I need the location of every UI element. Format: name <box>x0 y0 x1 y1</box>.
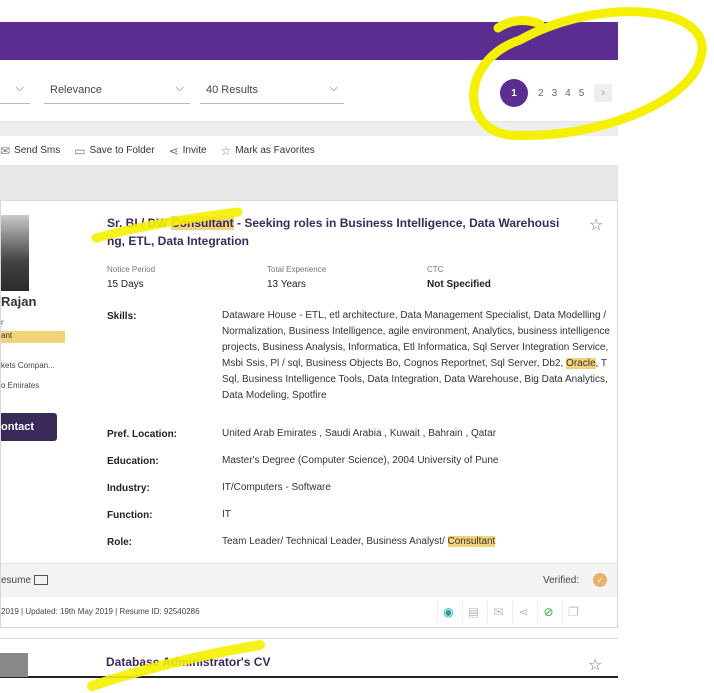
pagination: 1 2 3 4 5 › <box>500 79 613 107</box>
verified-label: Verified: <box>543 575 580 586</box>
skills-value: Dataware House - ETL, etl architecture, … <box>222 308 610 404</box>
save-to-folder-label: Save to Folder <box>89 145 155 156</box>
education-value: Master's Degree (Computer Science), 2004… <box>222 455 499 466</box>
role-value: Team Leader/ Technical Leader, Business … <box>222 534 610 550</box>
mark-favorites-button[interactable]: ☆ Mark as Favorites <box>221 144 315 158</box>
chevron-down-icon: ⌵ <box>175 82 184 94</box>
candidate-location: o Emirates <box>1 381 40 390</box>
resume-icon <box>33 575 48 586</box>
pref-location-label: Pref. Location: <box>107 429 178 440</box>
candidate-name[interactable]: Rajan <box>1 294 36 309</box>
title-text: Sr. BI / DW <box>107 216 172 230</box>
share-icon: ⋖ <box>168 143 179 158</box>
avatar <box>1 215 29 291</box>
role-label: Role: <box>107 537 132 548</box>
separator <box>0 122 618 136</box>
chevron-down-icon: ⌵ <box>329 82 338 94</box>
card-footer: esume Verified: ✓ <box>1 563 617 597</box>
separator <box>0 166 618 200</box>
action-toolbar: ✉ Send Sms ▭ Save to Folder ⋖ Invite ☆ M… <box>0 136 618 166</box>
save-to-folder-button[interactable]: ▭ Save to Folder <box>74 144 154 158</box>
contact-button[interactable]: ontact <box>1 413 57 441</box>
page-current[interactable]: 1 <box>500 79 528 107</box>
attachment-icon[interactable]: ⊘ <box>537 601 559 623</box>
role-highlight: Consultant <box>447 536 496 547</box>
document-icon[interactable]: ▤ <box>462 601 484 623</box>
page-link[interactable]: 2 <box>538 88 544 99</box>
page-link[interactable]: 3 <box>552 88 558 99</box>
ctc-label: CTC <box>427 265 444 274</box>
favorite-star-icon[interactable]: ☆ <box>589 215 603 235</box>
ctc-value: Not Specified <box>427 279 491 290</box>
education-label: Education: <box>107 456 159 467</box>
results-select[interactable]: 40 Results ⌵ <box>200 78 344 104</box>
sort-select[interactable]: Relevance ⌵ <box>44 78 190 104</box>
experience-label: Total Experience <box>267 265 327 274</box>
first-filter-select[interactable]: ⌵ <box>0 78 30 104</box>
avatar <box>0 653 28 677</box>
resume-link[interactable]: esume <box>1 575 48 586</box>
resume-meta: 2019 | Updated: 19th May 2019 | Resume I… <box>1 607 200 616</box>
favorite-star-icon[interactable]: ☆ <box>588 655 602 675</box>
share-icon[interactable]: ⋖ <box>512 601 534 623</box>
next-page-icon[interactable]: › <box>594 84 613 102</box>
industry-label: Industry: <box>107 483 150 494</box>
candidate-role: ant <box>1 331 65 343</box>
role-text: Team Leader/ Technical Leader, Business … <box>222 536 448 547</box>
pref-location-value: United Arab Emirates , Saudi Arabia , Ku… <box>222 428 497 439</box>
filter-bar: ⌵ Relevance ⌵ 40 Results ⌵ 1 2 3 4 5 › <box>0 60 618 122</box>
candidate-card: Database Administrator's CV ☆ <box>0 638 618 678</box>
send-sms-button[interactable]: ✉ Send Sms <box>0 144 60 158</box>
card-meta-footer: 2019 | Updated: 19th May 2019 | Resume I… <box>1 597 617 627</box>
send-sms-label: Send Sms <box>14 145 61 156</box>
top-header-bar <box>0 22 618 60</box>
resume-label: esume <box>1 575 32 586</box>
profile-title[interactable]: Database Administrator's CV <box>106 655 270 669</box>
experience-value: 13 Years <box>267 279 306 290</box>
page-link[interactable]: 5 <box>579 88 585 99</box>
mark-favorites-label: Mark as Favorites <box>235 145 315 156</box>
page-link[interactable]: 4 <box>565 88 571 99</box>
candidate-designation: r <box>1 318 4 327</box>
email-icon[interactable]: ✉ <box>487 601 509 623</box>
industry-value: IT/Computers - Software <box>222 482 331 493</box>
skills-highlight: Oracle <box>566 358 596 369</box>
copy-icon[interactable]: ❐ <box>562 601 584 623</box>
chevron-down-icon: ⌵ <box>15 82 24 94</box>
skills-label: Skills: <box>107 311 137 322</box>
candidate-card: Rajan r ant kets Compan... o Emirates on… <box>0 200 618 628</box>
notice-value: 15 Days <box>107 279 144 290</box>
card-action-icons: ◉ ▤ ✉ ⋖ ⊘ ❐ <box>437 601 587 623</box>
skills-text: Dataware House - ETL, etl architecture, … <box>222 310 610 369</box>
results-select-value: 40 Results <box>206 84 258 96</box>
invite-button[interactable]: ⋖ Invite <box>169 144 207 158</box>
notice-label: Notice Period <box>107 265 156 274</box>
invite-label: Invite <box>182 145 207 156</box>
folder-icon: ▭ <box>74 143 86 158</box>
function-value: IT <box>222 509 231 520</box>
star-icon: ☆ <box>220 143 232 158</box>
title-highlight: Consultant <box>171 216 234 230</box>
view-icon[interactable]: ◉ <box>437 601 459 623</box>
function-label: Function: <box>107 510 153 521</box>
sms-icon: ✉ <box>0 143 11 158</box>
profile-title[interactable]: Sr. BI / DW Consultant - Seeking roles i… <box>107 214 577 250</box>
sort-select-value: Relevance <box>50 84 102 96</box>
candidate-company: kets Compan... <box>1 361 55 370</box>
verified-icon: ✓ <box>593 573 607 587</box>
